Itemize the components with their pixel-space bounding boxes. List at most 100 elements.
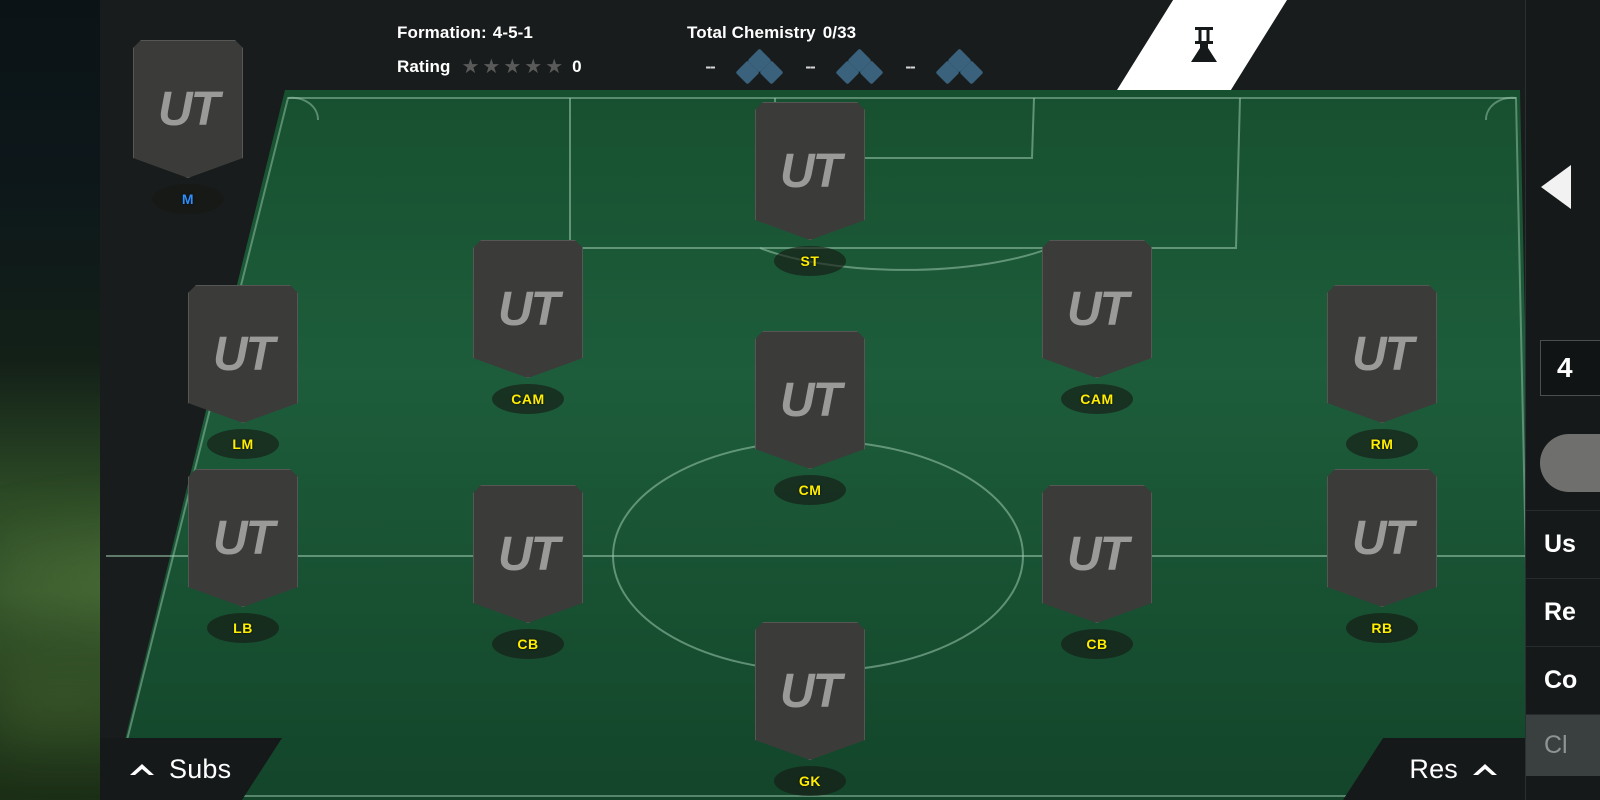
sidebar-item-label: Re [1544, 598, 1576, 626]
chemistry-diamond-icon [733, 48, 787, 85]
player-slot-rb[interactable]: UT RB [1327, 469, 1437, 643]
previous-arrow-icon[interactable] [1541, 165, 1571, 209]
rating-stars: ★ ★ ★ ★ ★ [461, 57, 563, 77]
ut-logo: UT [1067, 282, 1129, 336]
player-card[interactable]: UT [473, 240, 583, 378]
ut-logo: UT [1352, 327, 1414, 381]
toggle-pill-button[interactable] [1540, 434, 1600, 492]
rating-label: Rating [397, 57, 451, 76]
chemistry-group: -- [687, 48, 787, 85]
position-badge: ST [774, 246, 846, 276]
rating-line: Rating ★ ★ ★ ★ ★ 0 [397, 50, 582, 84]
total-chemistry-label: Total Chemistry [687, 23, 816, 42]
player-slot-gk[interactable]: UT GK [755, 622, 865, 796]
sidebar-item-label: Us [1544, 530, 1576, 558]
player-slot-lb[interactable]: UT LB [188, 469, 298, 643]
position-badge: CAM [1061, 384, 1133, 414]
position-label: CB [517, 636, 539, 652]
position-label: CM [798, 482, 822, 498]
sidebar-item-use[interactable]: Us [1526, 510, 1600, 578]
chevron-up-icon [130, 763, 154, 775]
position-badge: M [152, 184, 224, 214]
flask-icon [1191, 27, 1217, 62]
position-label: LM [232, 436, 254, 452]
position-badge: CB [1061, 629, 1133, 659]
position-label: M [181, 191, 195, 207]
ut-logo: UT [498, 527, 560, 581]
position-badge: CM [774, 475, 846, 505]
right-sidebar: 4 Us Re Co Cl [1525, 0, 1600, 800]
player-slot-cam-right[interactable]: UT CAM [1042, 240, 1152, 414]
chemistry-indicators: -- -- -- [687, 48, 987, 85]
player-slot-cm[interactable]: UT CM [755, 331, 865, 505]
player-card[interactable]: UT [755, 102, 865, 240]
position-label: RB [1371, 620, 1393, 636]
ut-logo: UT [780, 664, 842, 718]
star-icon: ★ [482, 56, 501, 78]
player-card[interactable]: UT [755, 331, 865, 469]
squad-header: Formation: 4-5-1 Rating ★ ★ ★ ★ ★ 0 Tota… [100, 0, 1525, 90]
star-icon: ★ [524, 56, 543, 78]
player-card[interactable]: UT [1327, 285, 1437, 423]
position-label: LB [233, 620, 253, 636]
ut-logo: UT [498, 282, 560, 336]
player-card[interactable]: UT [755, 622, 865, 760]
chevron-up-icon [1473, 763, 1497, 775]
position-badge: LB [207, 613, 279, 643]
chemistry-diamond-icon [933, 48, 987, 85]
player-slot-cb-right[interactable]: UT CB [1042, 485, 1152, 659]
star-icon: ★ [545, 56, 564, 78]
formation-column: Formation: 4-5-1 Rating ★ ★ ★ ★ ★ 0 [397, 16, 582, 84]
formation-label: Formation: [397, 23, 487, 42]
rating-value: 0 [572, 57, 582, 76]
sidebar-item-label: Cl [1544, 731, 1568, 759]
position-label: CB [1086, 636, 1108, 652]
position-badge: LM [207, 429, 279, 459]
formation-line[interactable]: Formation: 4-5-1 [397, 16, 582, 50]
player-card[interactable]: UT [1327, 469, 1437, 607]
position-badge: CAM [492, 384, 564, 414]
ut-logo: UT [213, 511, 275, 565]
player-slot-st[interactable]: UT ST [755, 102, 865, 276]
player-card[interactable]: UT [188, 285, 298, 423]
player-card[interactable]: UT [1042, 485, 1152, 623]
position-badge: RB [1346, 613, 1418, 643]
chemistry-dash: -- [805, 57, 815, 76]
ut-logo: UT [1067, 527, 1129, 581]
chemistry-group: -- [887, 48, 987, 85]
chemistry-group: -- [787, 48, 887, 85]
sidebar-item-clear[interactable]: Cl [1526, 714, 1600, 776]
position-label: ST [800, 253, 820, 269]
chemistry-dash: -- [705, 57, 715, 76]
subs-label: Subs [169, 753, 232, 784]
reserves-label: Res [1409, 753, 1458, 784]
player-slot-rm[interactable]: UT RM [1327, 285, 1437, 459]
ut-logo: UT [780, 373, 842, 427]
player-slot-cam-left[interactable]: UT CAM [473, 240, 583, 414]
sidebar-item-compare[interactable]: Co [1526, 646, 1600, 714]
position-label: CAM [1080, 391, 1114, 407]
sidebar-item-reset[interactable]: Re [1526, 578, 1600, 646]
squad-counter-field[interactable]: 4 [1540, 340, 1600, 396]
sidebar-item-label: Co [1544, 666, 1578, 694]
ut-logo: UT [780, 144, 842, 198]
squad-builder-panel: Formation: 4-5-1 Rating ★ ★ ★ ★ ★ 0 Tota… [100, 0, 1525, 800]
position-badge: GK [774, 766, 846, 796]
position-label: RM [1370, 436, 1394, 452]
chemistry-dash: -- [905, 57, 915, 76]
total-chemistry-value: 0/33 [822, 23, 857, 42]
ut-logo: UT [1352, 511, 1414, 565]
position-label: CAM [511, 391, 545, 407]
total-chemistry-line: Total Chemistry 0/33 [687, 16, 987, 50]
position-label: GK [799, 773, 821, 789]
player-slot-lm[interactable]: UT LM [188, 285, 298, 459]
player-slot-cb-left[interactable]: UT CB [473, 485, 583, 659]
player-card[interactable]: UT [188, 469, 298, 607]
player-card[interactable]: UT [1042, 240, 1152, 378]
formation-value: 4-5-1 [492, 23, 533, 42]
star-icon: ★ [503, 56, 522, 78]
squad-counter-value: 4 [1557, 352, 1573, 383]
position-badge: RM [1346, 429, 1418, 459]
player-card[interactable]: UT [473, 485, 583, 623]
position-badge: CB [492, 629, 564, 659]
